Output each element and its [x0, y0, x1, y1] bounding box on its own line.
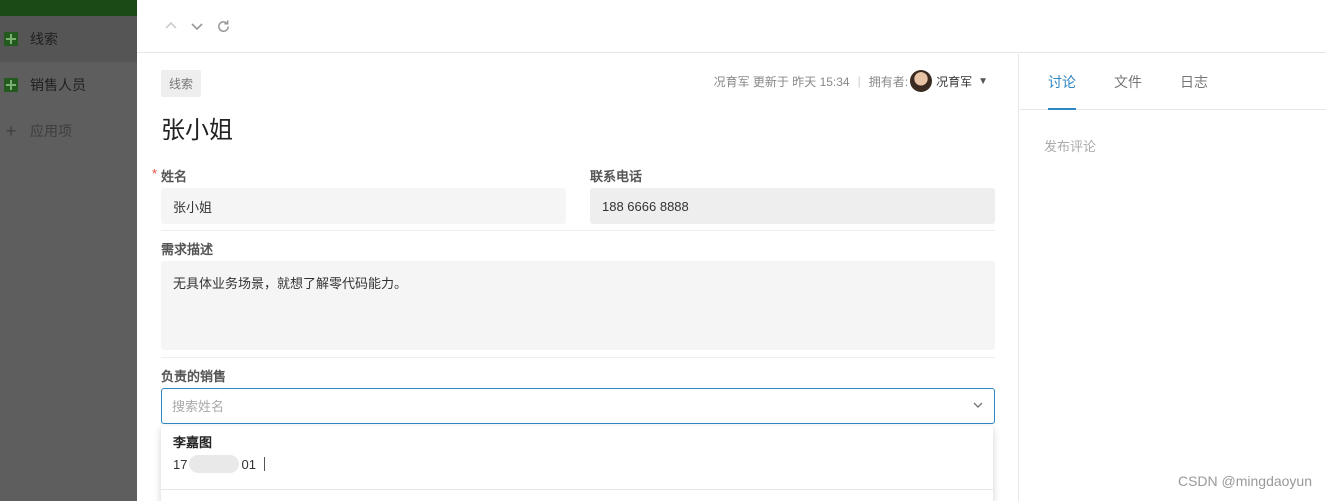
- plus-icon: +: [5, 120, 17, 141]
- name-field-label: * 姓名: [152, 166, 188, 185]
- phone-field-label: 联系电话: [590, 169, 643, 184]
- tab-log[interactable]: 日志: [1180, 54, 1208, 109]
- sidebar-item-label: 销售人员: [30, 77, 86, 93]
- tab-discussion[interactable]: 讨论: [1048, 54, 1076, 110]
- owner-label: 拥有者:: [868, 74, 909, 89]
- record-panel: 线索 况育军 更新于 昨天 15:34 | 拥有者: 况育军 ▼ 张小姐 * 姓…: [137, 0, 1326, 501]
- caret-down-icon[interactable]: ▼: [978, 76, 988, 87]
- phone-prefix: 17: [173, 456, 188, 472]
- text-cursor: [263, 457, 265, 471]
- redaction-mask: [189, 455, 240, 473]
- owner-name[interactable]: 况育军: [936, 73, 972, 90]
- sales-dropdown: 李嘉图 17 01: [161, 426, 993, 501]
- worksheet-tag[interactable]: 线索: [161, 70, 202, 97]
- side-panel: 讨论 文件 日志 发布评论: [1020, 54, 1326, 501]
- phone-field[interactable]: 188 6666 8888: [590, 188, 995, 224]
- updated-info: 况育军 更新于 昨天 15:34: [713, 74, 850, 89]
- sidebar-item-label: 应用项: [30, 123, 72, 139]
- description-field[interactable]: 无具体业务场景，就想了解零代码能力。: [161, 261, 995, 350]
- field-divider: [161, 230, 995, 231]
- record-meta: 况育军 更新于 昨天 15:34 | 拥有者: 况育军 ▼: [714, 70, 988, 92]
- page-title: 张小姐: [161, 117, 233, 144]
- dropdown-option[interactable]: 李嘉图 17 01: [161, 426, 993, 479]
- sales-search-select[interactable]: [161, 388, 995, 424]
- sidebar-item-salespeople[interactable]: 销售人员: [0, 62, 137, 108]
- dropdown-divider: [161, 489, 993, 490]
- tab-files[interactable]: 文件: [1114, 54, 1142, 109]
- sales-field-label: 负责的销售: [161, 369, 227, 384]
- chevron-down-icon[interactable]: [189, 18, 205, 34]
- name-label-text: 姓名: [161, 169, 188, 184]
- chevron-up-icon[interactable]: [163, 18, 179, 34]
- sidebar: 线索 销售人员 + 应用项: [0, 0, 137, 501]
- watermark: CSDN @mingdaoyun: [1177, 473, 1312, 489]
- comment-input[interactable]: 发布评论: [1020, 110, 1326, 181]
- sidebar-item-label: 线索: [30, 31, 58, 47]
- name-field[interactable]: 张小姐: [161, 188, 566, 224]
- sales-search-input[interactable]: [172, 398, 972, 414]
- avatar[interactable]: [910, 70, 933, 92]
- side-tabs: 讨论 文件 日志: [1020, 54, 1326, 110]
- sidebar-item-leads[interactable]: 线索: [0, 16, 137, 62]
- meta-divider: |: [857, 74, 861, 88]
- chevron-down-icon[interactable]: [972, 399, 984, 414]
- description-field-label: 需求描述: [161, 242, 214, 257]
- add-square-icon: [4, 32, 18, 46]
- option-phone: 17 01: [173, 455, 981, 473]
- option-name: 李嘉图: [173, 435, 213, 450]
- required-mark: *: [152, 166, 158, 181]
- record-content: 线索 况育军 更新于 昨天 15:34 | 拥有者: 况育军 ▼ 张小姐 * 姓…: [137, 54, 1019, 501]
- refresh-icon[interactable]: [215, 18, 231, 34]
- field-divider: [161, 357, 995, 358]
- add-square-icon: [4, 78, 18, 92]
- sidebar-header: [0, 0, 137, 16]
- phone-suffix: 01: [241, 456, 256, 472]
- record-toolbar: [137, 0, 1326, 53]
- sidebar-item-add-app[interactable]: + 应用项: [0, 108, 137, 154]
